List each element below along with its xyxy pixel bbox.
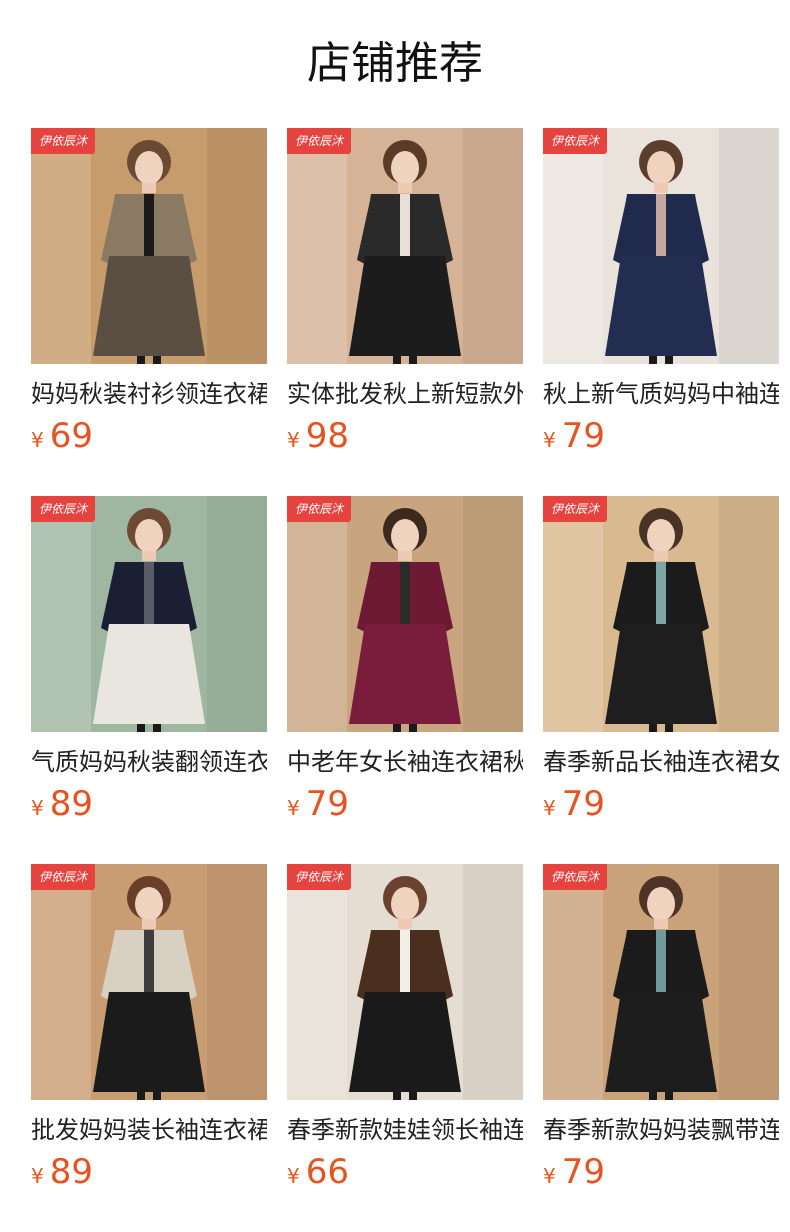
page-title: 店铺推荐 (307, 38, 483, 89)
brand-logo-badge: 伊依辰沐 (31, 496, 96, 522)
product-price: ¥79 (287, 784, 349, 824)
price-amount: 79 (561, 416, 605, 456)
product-price: ¥89 (31, 1152, 93, 1192)
garment-skirt (93, 256, 205, 356)
garment-skirt (349, 256, 461, 356)
currency-symbol: ¥ (543, 428, 556, 452)
product-name[interactable]: 春季新款娃娃领长袖连衣裙 (287, 1112, 523, 1148)
product-name[interactable]: 中老年女长袖连衣裙秋 (287, 744, 523, 780)
garment-accent (144, 930, 154, 992)
price-amount: 69 (49, 416, 93, 456)
garment-skirt (349, 992, 461, 1092)
garment-skirt (605, 624, 717, 724)
garment-accent (656, 562, 666, 624)
price-amount: 79 (561, 784, 605, 824)
product-card[interactable]: 伊依辰沐 春季新款娃娃领长袖连衣裙 ¥66 (287, 864, 523, 1204)
product-price: ¥66 (287, 1152, 349, 1192)
model-face (391, 519, 419, 553)
model-face (647, 887, 675, 921)
product-card[interactable]: 伊依辰沐 实体批发秋上新短款外套 ¥98 (287, 128, 523, 468)
price-amount: 98 (305, 416, 349, 456)
product-photo[interactable]: 伊依辰沐 (543, 496, 779, 732)
currency-symbol: ¥ (543, 796, 556, 820)
product-card[interactable]: 伊依辰沐 春季新款妈妈装飘带连衣裙 ¥79 (543, 864, 779, 1204)
product-price: ¥69 (31, 416, 93, 456)
product-photo[interactable]: 伊依辰沐 (31, 496, 267, 732)
model-face (135, 151, 163, 185)
garment-accent (144, 562, 154, 624)
garment-accent (400, 562, 410, 624)
product-price: ¥79 (543, 416, 605, 456)
garment-skirt (605, 256, 717, 356)
model-face (647, 519, 675, 553)
currency-symbol: ¥ (287, 1164, 300, 1188)
product-name[interactable]: 秋上新气质妈妈中袖连衣裙 (543, 376, 779, 412)
product-name[interactable]: 批发妈妈装长袖连衣裙 (31, 1112, 267, 1148)
garment-skirt (93, 992, 205, 1092)
brand-logo-badge: 伊依辰沐 (543, 864, 608, 890)
product-price: ¥98 (287, 416, 349, 456)
brand-logo-badge: 伊依辰沐 (31, 128, 96, 154)
product-photo[interactable]: 伊依辰沐 (287, 496, 523, 732)
model-face (391, 151, 419, 185)
product-name[interactable]: 妈妈秋装衬衫领连衣裙 (31, 376, 267, 412)
product-card[interactable]: 伊依辰沐 妈妈秋装衬衫领连衣裙 ¥69 (31, 128, 267, 468)
brand-logo-badge: 伊依辰沐 (287, 496, 352, 522)
model-face (135, 887, 163, 921)
currency-symbol: ¥ (287, 428, 300, 452)
product-name[interactable]: 实体批发秋上新短款外套 (287, 376, 523, 412)
garment-accent (656, 194, 666, 256)
brand-logo-badge: 伊依辰沐 (543, 128, 608, 154)
garment-accent (400, 930, 410, 992)
brand-logo-badge: 伊依辰沐 (543, 496, 608, 522)
product-name[interactable]: 春季新款妈妈装飘带连衣裙 (543, 1112, 779, 1148)
garment-accent (144, 194, 154, 256)
currency-symbol: ¥ (31, 796, 44, 820)
product-card[interactable]: 伊依辰沐 气质妈妈秋装翻领连衣裙 ¥89 (31, 496, 267, 836)
price-amount: 89 (49, 1152, 93, 1192)
brand-logo-badge: 伊依辰沐 (287, 128, 352, 154)
brand-logo-badge: 伊依辰沐 (287, 864, 352, 890)
garment-accent (400, 194, 410, 256)
product-card[interactable]: 伊依辰沐 秋上新气质妈妈中袖连衣裙 ¥79 (543, 128, 779, 468)
price-amount: 66 (305, 1152, 349, 1192)
product-photo[interactable]: 伊依辰沐 (287, 128, 523, 364)
garment-skirt (93, 624, 205, 724)
model-face (647, 151, 675, 185)
model-face (135, 519, 163, 553)
product-card[interactable]: 伊依辰沐 中老年女长袖连衣裙秋 ¥79 (287, 496, 523, 836)
product-photo[interactable]: 伊依辰沐 (543, 128, 779, 364)
product-photo[interactable]: 伊依辰沐 (543, 864, 779, 1100)
product-name[interactable]: 气质妈妈秋装翻领连衣裙 (31, 744, 267, 780)
product-price: ¥89 (31, 784, 93, 824)
product-photo[interactable]: 伊依辰沐 (31, 128, 267, 364)
currency-symbol: ¥ (287, 796, 300, 820)
brand-logo-badge: 伊依辰沐 (31, 864, 96, 890)
price-amount: 79 (561, 1152, 605, 1192)
price-amount: 79 (305, 784, 349, 824)
product-photo[interactable]: 伊依辰沐 (31, 864, 267, 1100)
garment-accent (656, 930, 666, 992)
model-face (391, 887, 419, 921)
price-amount: 89 (49, 784, 93, 824)
product-card[interactable]: 伊依辰沐 批发妈妈装长袖连衣裙 ¥89 (31, 864, 267, 1204)
product-photo[interactable]: 伊依辰沐 (287, 864, 523, 1100)
garment-skirt (605, 992, 717, 1092)
product-name[interactable]: 春季新品长袖连衣裙女 (543, 744, 779, 780)
currency-symbol: ¥ (543, 1164, 556, 1188)
currency-symbol: ¥ (31, 428, 44, 452)
currency-symbol: ¥ (31, 1164, 44, 1188)
garment-skirt (349, 624, 461, 724)
product-grid: 伊依辰沐 妈妈秋装衬衫领连衣裙 ¥69 伊依辰沐 实体批发秋上新短款外 ¥ 98… (31, 128, 779, 1208)
product-card[interactable]: 伊依辰沐 春季新品长袖连衣裙女 ¥79 (543, 496, 779, 836)
product-price: ¥79 (543, 1152, 605, 1192)
product-price: ¥79 (543, 784, 605, 824)
